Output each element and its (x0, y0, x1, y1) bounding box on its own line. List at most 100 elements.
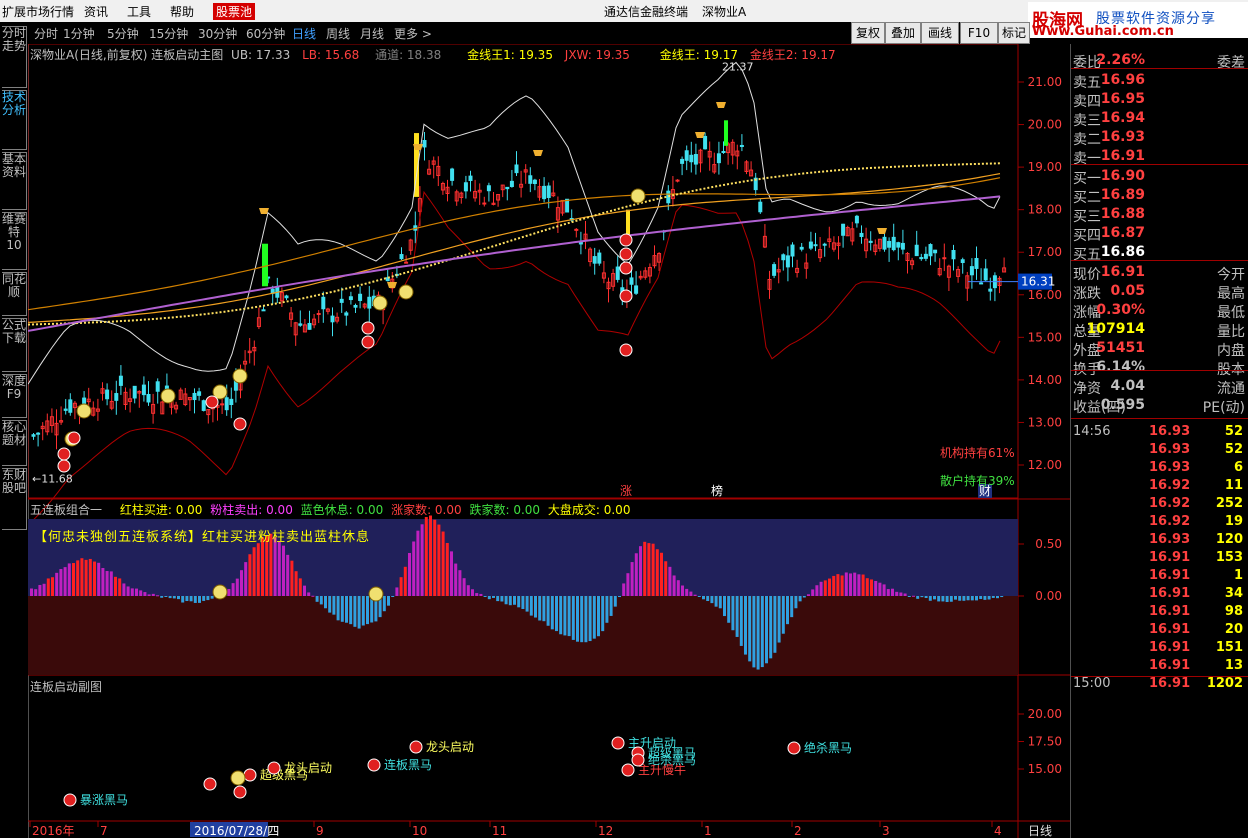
left-tab-3[interactable]: 维赛特10 (2, 212, 27, 270)
candle-body (192, 392, 197, 401)
sub1-bar (798, 596, 802, 602)
tick-row: 16.92 19 (1073, 514, 1243, 532)
left-tab-4[interactable]: 同花顺 (2, 272, 27, 316)
current-price-tag-text: 16.31 (1021, 275, 1055, 289)
candle-body (928, 244, 933, 257)
sub1-bar (177, 596, 180, 600)
sub1-bar (958, 596, 962, 601)
candle-body (739, 144, 744, 147)
tick-price: 16.92 (1149, 514, 1191, 529)
bid-3: 买四 16.87 (1073, 225, 1245, 244)
sub1-bar (315, 596, 319, 602)
chart-canvas[interactable]: 21.0020.0019.0018.0017.0016.0015.0014.00… (28, 44, 1070, 838)
menu-market[interactable]: 扩展市场行情 (2, 3, 74, 20)
tick-volume: 52 (1224, 442, 1243, 457)
date-label: 2 (794, 824, 802, 838)
sub1-bar (672, 575, 676, 596)
stat-6-right-label: 流通 (1217, 381, 1245, 397)
toolbar-button-4[interactable]: 标记 (998, 22, 1030, 44)
sub1-bar (202, 596, 206, 601)
signal-ball-icon (619, 289, 633, 303)
signal-ball-icon (361, 335, 375, 349)
left-tab-0[interactable]: 分时走势 (2, 26, 27, 88)
bid-0: 买一 16.90 (1073, 168, 1245, 187)
sub1-bar (710, 596, 714, 604)
upper-band-line (28, 61, 1001, 385)
sub1-bar (920, 596, 924, 598)
sub1-bar (777, 596, 781, 643)
left-tab-7[interactable]: 核心题材 (2, 420, 27, 466)
sub1-bar (811, 589, 815, 596)
tick-row: 16.91 151 (1073, 640, 1243, 658)
signal-ball-icon (621, 763, 635, 777)
menu-news[interactable]: 资讯 (84, 3, 108, 20)
period-4[interactable]: 30分钟 (198, 25, 237, 42)
sub1-bar (685, 588, 689, 596)
period-1[interactable]: 1分钟 (63, 25, 95, 42)
candle-body (896, 242, 901, 248)
sub1-bar (945, 596, 949, 603)
period-2[interactable]: 5分钟 (107, 25, 139, 42)
candle-body (118, 375, 123, 386)
toolbar-button-2[interactable]: 画线 (921, 22, 959, 44)
left-tab-1[interactable]: 技术分析 (2, 90, 27, 150)
signal-ball-icon (233, 417, 247, 431)
sub1-bar (676, 580, 680, 596)
sub1-bar (496, 596, 500, 602)
candle-body (808, 241, 813, 249)
sub1-bar (198, 596, 201, 603)
stat-4-right-label: 内盘 (1217, 343, 1245, 359)
sub1-bar (937, 596, 941, 602)
date-label: 11 (492, 824, 507, 838)
tick-price: 16.91 (1149, 640, 1191, 655)
sub2-signal-label: 绝杀黑马 (648, 752, 696, 767)
sub1-bar (109, 571, 113, 596)
sub1-bar (870, 579, 873, 596)
period-6[interactable]: 日线 (292, 25, 316, 42)
sub1-bar (164, 596, 168, 597)
candle-body (675, 179, 680, 182)
left-tab-5[interactable]: 公式下载 (2, 318, 27, 372)
sub1-bar (256, 543, 260, 596)
stat-1-value: 0.05 (1110, 283, 1145, 299)
left-tab-6[interactable]: 深度F9 (2, 374, 27, 418)
close-volume: 1202 (1206, 676, 1243, 691)
sub1-bar (445, 542, 449, 596)
sub1-bar (987, 596, 991, 600)
toolbar-button-3[interactable]: F10 (960, 22, 998, 44)
period-0[interactable]: 分时 (34, 25, 58, 42)
event-mark-rank: 榜 (711, 483, 723, 498)
quote-divider (1071, 418, 1248, 419)
tick-volume: 11 (1224, 478, 1243, 493)
menu-stock-pool[interactable]: 股票池 (213, 3, 256, 20)
toolbar-button-0[interactable]: 复权 (851, 22, 885, 44)
menu-tools[interactable]: 工具 (127, 3, 151, 20)
menu-help[interactable]: 帮助 (170, 3, 194, 20)
tick-row: 16.91 98 (1073, 604, 1243, 622)
tick-volume: 6 (1233, 460, 1243, 475)
period-9[interactable]: 更多 > (394, 25, 432, 42)
date-label: 10 (412, 824, 427, 838)
bid-3-value: 16.87 (1100, 225, 1145, 241)
sub1-bar (781, 596, 785, 634)
sub2-axis-label: 17.50 (1028, 735, 1062, 749)
sub1-bar (286, 554, 290, 596)
stat-3-right-label: 量比 (1217, 324, 1245, 340)
sub1-bar (30, 588, 33, 596)
period-3[interactable]: 15分钟 (149, 25, 188, 42)
period-5[interactable]: 60分钟 (246, 25, 285, 42)
signal-ball-icon (57, 459, 71, 473)
left-tab-8[interactable]: 东财股吧 (2, 468, 27, 530)
candle-body (509, 180, 514, 187)
sub1-bar (954, 596, 957, 600)
sub1-bar (857, 574, 861, 596)
toolbar-button-1[interactable]: 叠加 (885, 22, 921, 44)
period-8[interactable]: 月线 (360, 25, 384, 42)
left-tab-2[interactable]: 基本资料 (2, 152, 27, 210)
period-7[interactable]: 周线 (326, 25, 350, 42)
bid-2-label: 买三 (1073, 209, 1101, 225)
sub1-bar (626, 573, 630, 596)
sub1-bar (193, 596, 197, 603)
ask-2-label: 卖三 (1073, 113, 1101, 129)
sub1-bar (357, 596, 361, 629)
